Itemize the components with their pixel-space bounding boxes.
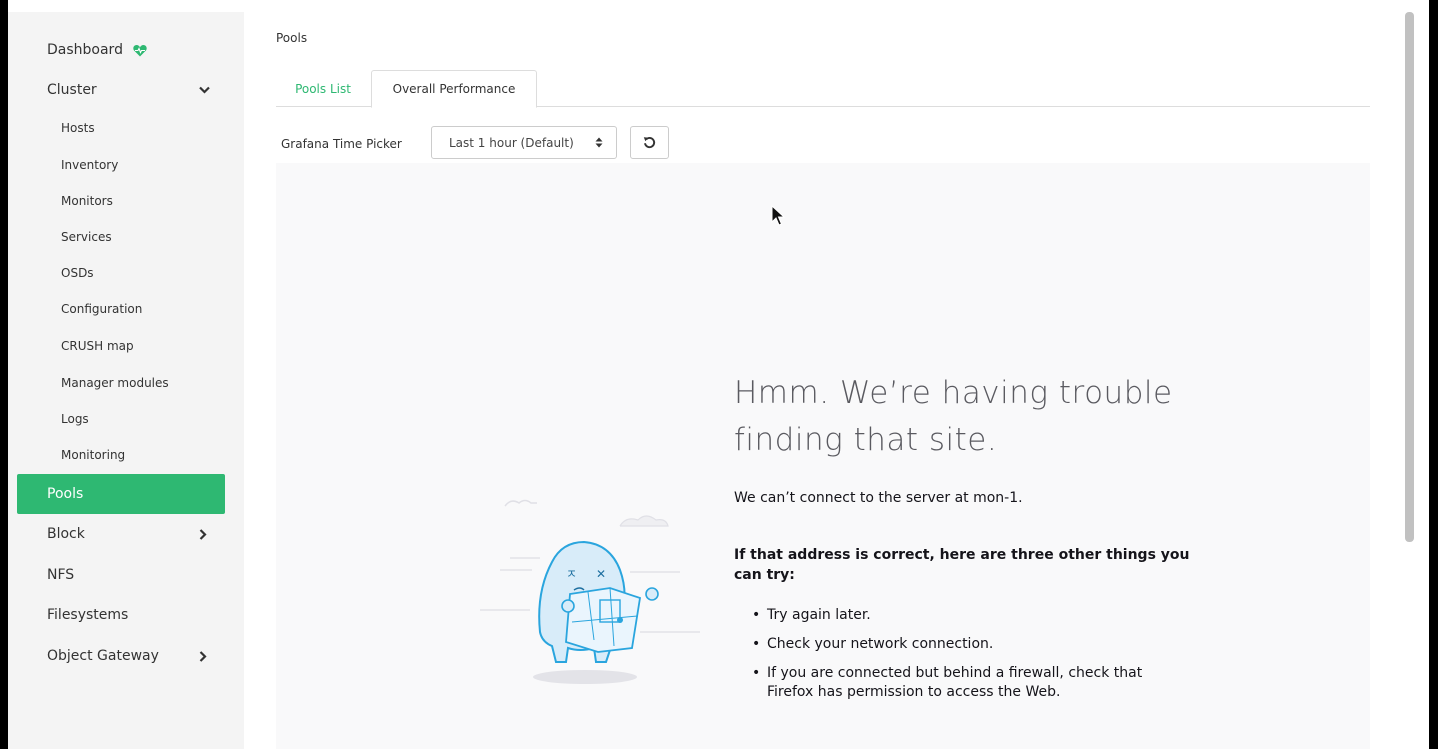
sidebar-item-pools[interactable]: Pools [17, 474, 225, 514]
sidebar-item-configuration[interactable]: Configuration [17, 291, 225, 327]
window-frame-left [0, 0, 8, 749]
sidebar-item-block[interactable]: Block [17, 514, 225, 554]
window-frame-right [1429, 0, 1438, 749]
tab-pools-list[interactable]: Pools List [276, 70, 370, 107]
tab-bar: Pools List Overall Performance [276, 70, 1370, 108]
sidebar-item-inventory[interactable]: Inventory [17, 147, 225, 183]
sidebar-item-label: Pools [47, 486, 84, 502]
sidebar-item-label: CRUSH map [61, 339, 134, 353]
sidebar-item-label: NFS [47, 567, 75, 583]
sidebar-item-label: Logs [61, 412, 89, 426]
sidebar-item-logs[interactable]: Logs [17, 401, 225, 437]
sidebar-item-label: Services [61, 230, 112, 244]
chevron-down-icon [199, 70, 210, 110]
select-arrows-icon [595, 127, 603, 158]
grafana-time-picker-select[interactable]: Last 1 hour (Default) [431, 126, 617, 159]
tab-overall-performance[interactable]: Overall Performance [371, 70, 537, 108]
list-item: If you are connected but behind a firewa… [752, 664, 1182, 702]
sidebar-item-manager-modules[interactable]: Manager modules [17, 365, 225, 401]
error-message: We can’t connect to the server at mon-1. [734, 490, 1023, 506]
sidebar-item-label: Cluster [47, 82, 97, 98]
refresh-button[interactable] [630, 126, 669, 159]
list-item: Try again later. [752, 606, 1182, 625]
error-tips-list: Try again later. Check your network conn… [752, 606, 1182, 712]
sidebar-item-nfs[interactable]: NFS [17, 555, 225, 595]
chevron-right-icon [199, 514, 207, 554]
sidebar-item-label: Monitors [61, 194, 113, 208]
sidebar-item-label: Monitoring [61, 448, 126, 462]
mouse-cursor-icon [771, 205, 785, 226]
sidebar-item-object-gateway[interactable]: Object Gateway [17, 636, 225, 676]
sidebar-item-label: Inventory [61, 158, 119, 172]
refresh-icon [643, 137, 656, 149]
selected-value: Last 1 hour (Default) [449, 135, 574, 150]
error-title: Hmm. We’re having trouble finding that s… [734, 375, 1173, 458]
svg-text:✕: ✕ [596, 567, 606, 581]
sidebar-item-dashboard[interactable]: Dashboard [17, 30, 225, 70]
grafana-time-picker-label: Grafana Time Picker [281, 137, 402, 151]
sidebar-item-osds[interactable]: OSDs [17, 255, 225, 291]
sidebar-item-services[interactable]: Services [17, 219, 225, 255]
sidebar-item-label: Filesystems [47, 607, 129, 623]
sidebar-item-monitoring[interactable]: Monitoring [17, 437, 225, 473]
sidebar-item-crush-map[interactable]: CRUSH map [17, 328, 225, 364]
sidebar-item-filesystems[interactable]: Filesystems [17, 595, 225, 635]
error-subtitle: If that address is correct, here are thr… [734, 547, 1190, 583]
heart-pulse-icon [133, 44, 147, 56]
breadcrumb: Pools [276, 31, 308, 45]
chevron-right-icon [199, 636, 207, 676]
scrollbar-thumb[interactable] [1405, 12, 1414, 542]
sidebar-item-cluster[interactable]: Cluster [17, 70, 225, 110]
sidebar-item-label: Object Gateway [47, 648, 159, 664]
list-item: Check your network connection. [752, 635, 1182, 654]
sidebar-item-label: Dashboard [47, 42, 123, 58]
sidebar-item-label: Hosts [61, 121, 95, 135]
sidebar: Dashboard Cluster Hosts Inventory Monito… [8, 12, 244, 749]
sidebar-item-hosts[interactable]: Hosts [17, 110, 225, 146]
sidebar-item-label: Configuration [61, 302, 143, 316]
sidebar-item-label: Manager modules [61, 376, 169, 390]
svg-text:ㅈ: ㅈ [566, 567, 577, 581]
sidebar-item-label: OSDs [61, 266, 94, 280]
sidebar-item-monitors[interactable]: Monitors [17, 183, 225, 219]
window-frame-top [8, 0, 1429, 12]
sidebar-item-label: Block [47, 526, 85, 542]
error-illustration: ㅈ ✕ [480, 499, 700, 684]
